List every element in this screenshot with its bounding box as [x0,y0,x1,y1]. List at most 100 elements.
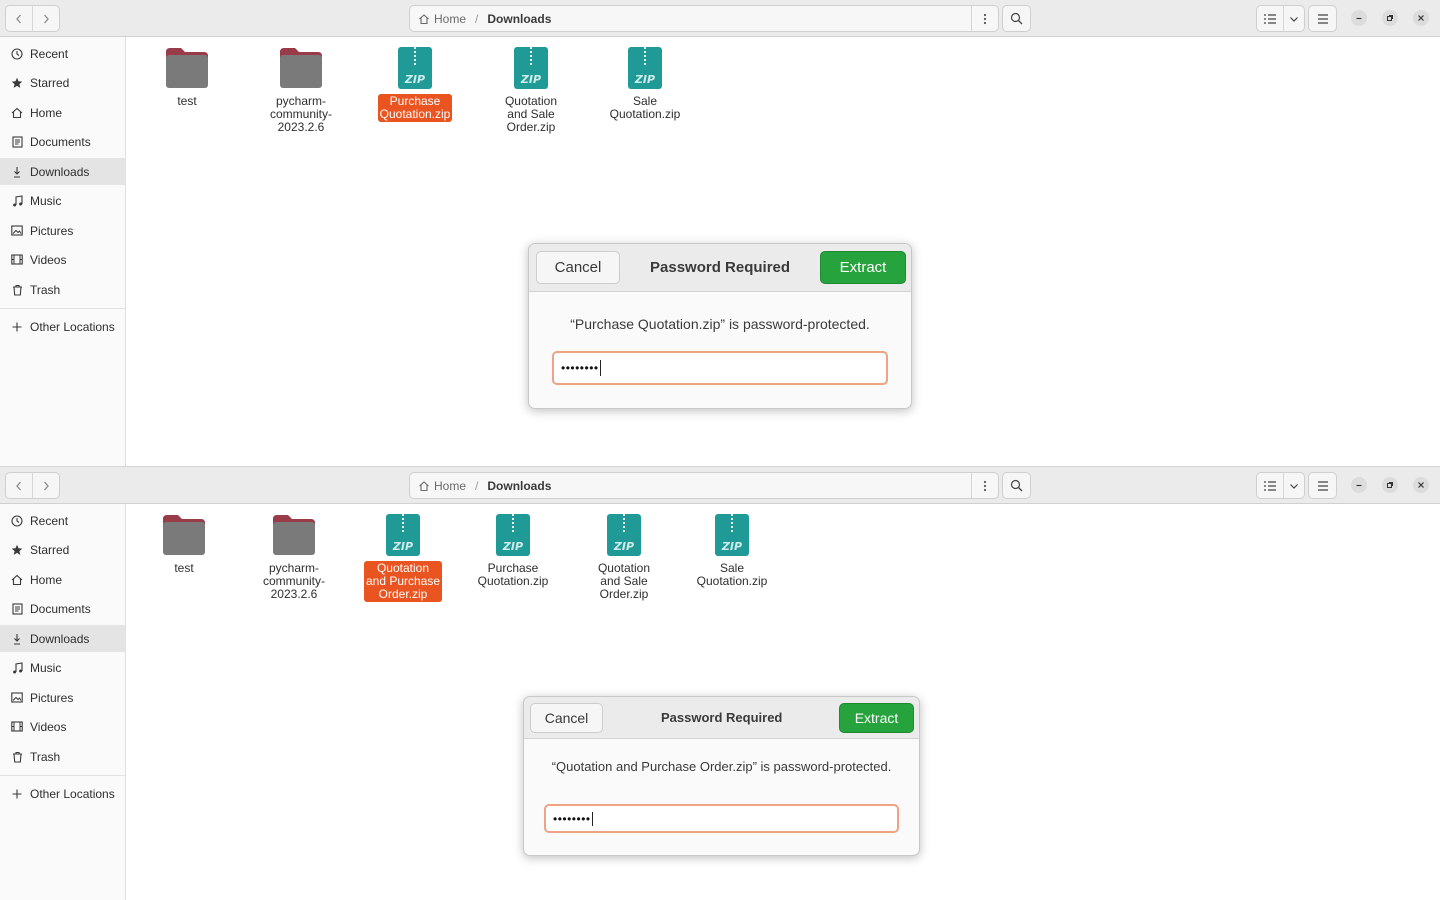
sidebar-item-recent[interactable]: Recent [0,507,125,534]
sidebar-item-videos[interactable]: Videos [0,246,125,273]
home-icon [419,480,429,491]
list-view-button[interactable] [1257,6,1283,31]
headerbar: Home / Downloads [0,467,1440,504]
file-item[interactable]: test [139,513,229,576]
breadcrumb-home[interactable]: Home [418,479,466,493]
sidebar-item-trash[interactable]: Trash [0,276,125,303]
zip-archive-icon: ZIP [386,514,420,556]
maximize-button[interactable] [1382,477,1398,493]
minimize-button[interactable] [1351,10,1367,26]
zip-archive-icon: ZIP [628,47,662,89]
file-name: Quotation and Purchase Order.zip [363,561,443,602]
file-item-selected[interactable]: ZIP Quotation and Purchase Order.zip [358,513,448,602]
close-button[interactable] [1413,477,1429,493]
forward-button[interactable] [32,473,59,498]
sidebar-item-documents[interactable]: Documents [0,595,125,622]
chevron-down-icon [1290,483,1298,489]
minimize-icon [1356,484,1362,487]
plus-icon [10,789,24,799]
sidebar-item-label: Music [30,193,62,208]
sidebar-item-label: Starred [30,542,70,557]
sidebar-item-label: Videos [30,252,67,267]
sidebar-item-trash[interactable]: Trash [0,743,125,770]
trash-icon [10,284,24,296]
file-item[interactable]: test [142,46,232,109]
sidebar-item-music[interactable]: Music [0,187,125,214]
sidebar-item-label: Trash [30,282,61,297]
view-toggle-group [1256,5,1305,32]
file-item-selected[interactable]: ZIP Purchase Quotation.zip [370,46,460,122]
sidebar-item-pictures[interactable]: Pictures [0,684,125,711]
sidebar-item-recent[interactable]: Recent [0,40,125,67]
sidebar-item-pictures[interactable]: Pictures [0,217,125,244]
sidebar: Recent Starred Home Documents Downloads … [0,37,126,466]
file-item[interactable]: ZIP Purchase Quotation.zip [468,513,558,589]
search-button[interactable] [1002,5,1031,32]
sidebar-item-starred[interactable]: Starred [0,536,125,563]
file-item[interactable]: pycharm- community- 2023.2.6 [256,46,346,135]
sidebar: Recent Starred Home Documents Downloads … [0,504,126,900]
file-item[interactable]: ZIP Quotation and Sale Order.zip [486,46,576,135]
view-options-button[interactable] [1283,6,1304,31]
password-field[interactable]: •••••••• [552,351,888,385]
cancel-button[interactable]: Cancel [530,703,603,733]
maximize-button[interactable] [1382,10,1398,26]
sidebar-item-downloads[interactable]: Downloads [0,158,125,185]
main-menu-button[interactable] [1308,472,1337,499]
sidebar-item-label: Documents [30,601,91,616]
extract-button[interactable]: Extract [820,251,906,284]
sidebar-item-label: Videos [30,719,67,734]
svg-text:ZIP: ZIP [392,540,413,553]
file-item[interactable]: pycharm- community- 2023.2.6 [249,513,339,602]
sidebar-item-home[interactable]: Home [0,99,125,126]
path-menu-button[interactable] [971,473,998,498]
view-toggle-group [1256,472,1305,499]
svg-text:ZIP: ZIP [502,540,523,553]
sidebar-item-downloads[interactable]: Downloads [0,625,125,652]
sidebar-item-label: Downloads [30,631,90,646]
file-item[interactable]: ZIP Sale Quotation.zip [687,513,777,589]
clock-icon [10,514,24,527]
trash-icon [10,751,24,763]
forward-button[interactable] [32,6,59,31]
file-manager-window-1: Home / Downloads Recent Starred Home Doc… [0,0,1440,466]
sidebar-item-label: Pictures [30,223,74,238]
search-button[interactable] [1002,472,1031,499]
file-item[interactable]: ZIP Sale Quotation.zip [600,46,690,122]
breadcrumb-current[interactable]: Downloads [487,12,551,26]
sidebar-item-videos[interactable]: Videos [0,713,125,740]
cancel-button[interactable]: Cancel [536,251,620,284]
path-menu-button[interactable] [971,6,998,31]
list-view-icon [1264,480,1276,491]
chevron-left-icon [16,481,21,490]
video-icon [10,721,24,732]
file-name: test [174,561,194,575]
sidebar-item-other-locations[interactable]: Other Locations [0,313,125,340]
sidebar-item-music[interactable]: Music [0,654,125,681]
sidebar-item-other-locations[interactable]: Other Locations [0,780,125,807]
file-name: pycharm- community- 2023.2.6 [269,94,332,134]
close-button[interactable] [1413,10,1429,26]
nav-buttons [5,5,60,32]
password-field[interactable]: •••••••• [544,804,899,833]
headerbar: Home / Downloads [0,0,1440,37]
back-button[interactable] [6,6,32,31]
password-dialog: Cancel Password Required Extract “Quotat… [523,696,920,856]
dialog-title: Password Required [650,259,791,276]
list-view-button[interactable] [1257,473,1283,498]
extract-button[interactable]: Extract [839,703,914,733]
breadcrumb-current[interactable]: Downloads [487,479,551,493]
sidebar-item-label: Starred [30,75,70,90]
sidebar-item-documents[interactable]: Documents [0,128,125,155]
sidebar-item-starred[interactable]: Starred [0,69,125,96]
back-button[interactable] [6,473,32,498]
sidebar-item-label: Other Locations [30,319,115,334]
main-menu-button[interactable] [1308,5,1337,32]
zip-archive-icon: ZIP [398,47,432,89]
file-item[interactable]: ZIP Quotation and Sale Order.zip [579,513,669,602]
minimize-button[interactable] [1351,477,1367,493]
view-options-button[interactable] [1283,473,1304,498]
file-name: test [177,94,197,108]
sidebar-item-home[interactable]: Home [0,566,125,593]
breadcrumb-home[interactable]: Home [418,12,466,26]
